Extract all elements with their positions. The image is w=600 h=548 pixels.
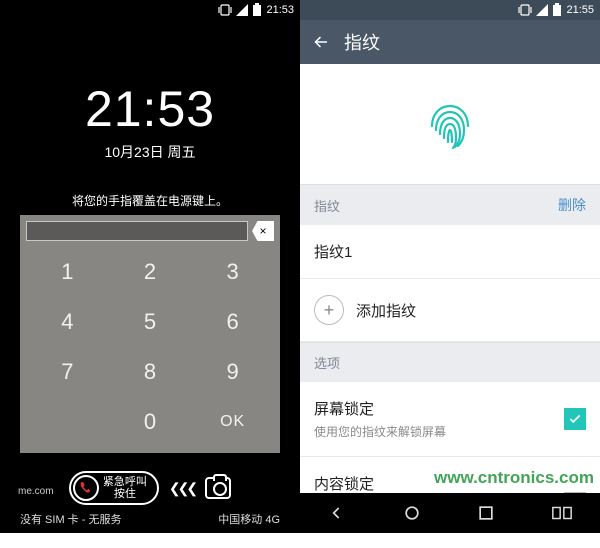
nav-bar <box>300 493 600 533</box>
vibrate-icon <box>218 4 232 16</box>
emergency-call-button[interactable]: 紧急呼叫 按住 <box>69 471 159 505</box>
sim-status-row: 没有 SIM 卡 - 无服务 中国移动 4G <box>0 511 300 527</box>
key-8[interactable]: 8 <box>109 347 192 397</box>
key-5[interactable]: 5 <box>109 297 192 347</box>
section-header-options: 选项 <box>300 342 600 382</box>
key-7[interactable]: 7 <box>26 347 109 397</box>
status-bar-right: 21:55 <box>300 0 600 20</box>
key-3[interactable]: 3 <box>191 247 274 297</box>
key-1[interactable]: 1 <box>26 247 109 297</box>
titlebar-title: 指纹 <box>344 29 380 55</box>
fingerprint-item-label: 指纹1 <box>314 241 352 262</box>
phone-icon <box>73 475 99 501</box>
sim-right: 中国移动 4G <box>218 511 280 527</box>
fingerprint-illustration <box>300 64 600 184</box>
backspace-icon: × <box>259 224 266 238</box>
key-2[interactable]: 2 <box>109 247 192 297</box>
sim-left: 没有 SIM 卡 - 无服务 <box>20 511 121 527</box>
numeric-keypad: 1 2 3 4 5 6 7 8 9 0 OK <box>26 247 274 447</box>
clock-date: 10月23日 周五 <box>0 142 300 162</box>
key-0[interactable]: 0 <box>109 397 192 447</box>
battery-icon <box>552 3 562 17</box>
check-icon <box>568 412 582 426</box>
key-4[interactable]: 4 <box>26 297 109 347</box>
vibrate-icon <box>518 4 532 16</box>
plus-icon: + <box>314 295 344 325</box>
signal-icon <box>536 4 548 16</box>
lock-bottom-row: 紧急呼叫 按住 ❮❮❮ <box>0 471 300 505</box>
nav-dual-icon[interactable] <box>551 503 573 523</box>
section-fp-label: 指纹 <box>314 196 340 215</box>
back-icon[interactable] <box>312 33 330 51</box>
content-lock-title: 内容锁定 <box>314 473 552 494</box>
nav-back-icon[interactable] <box>327 503 347 523</box>
screen-lock-sub: 使用您的指纹来解锁屏幕 <box>314 423 552 440</box>
pin-keypad-panel: × 1 2 3 4 5 6 7 8 9 0 OK <box>20 215 280 453</box>
screen-lock-row[interactable]: 屏幕锁定 使用您的指纹来解锁屏幕 <box>300 382 600 457</box>
status-time: 21:55 <box>566 4 594 16</box>
titlebar: 指纹 <box>300 20 600 64</box>
backspace-key[interactable]: × <box>252 221 274 241</box>
add-fingerprint-row[interactable]: + 添加指纹 <box>300 279 600 342</box>
emergency-line1: 紧急呼叫 <box>103 476 147 488</box>
lock-screen: 21:53 21:53 10月23日 周五 将您的手指覆盖在电源键上。 × 1 … <box>0 0 300 533</box>
fingerprint-settings-screen: 21:55 指纹 指纹 删除 指纹1 + 添加指纹 选项 <box>300 0 600 533</box>
fingerprint-hint: 将您的手指覆盖在电源键上。 <box>0 192 300 209</box>
screen-lock-title: 屏幕锁定 <box>314 398 552 419</box>
key-ok[interactable]: OK <box>191 397 274 447</box>
fingerprint-item-1[interactable]: 指纹1 <box>300 225 600 279</box>
clock-time: 21:53 <box>0 80 300 138</box>
nav-home-icon[interactable] <box>402 503 422 523</box>
camera-icon[interactable] <box>205 477 231 499</box>
section-options-label: 选项 <box>314 353 340 372</box>
chevrons-icon: ❮❮❮ <box>169 480 195 497</box>
key-6[interactable]: 6 <box>191 297 274 347</box>
key-9[interactable]: 9 <box>191 347 274 397</box>
lock-clock: 21:53 10月23日 周五 <box>0 80 300 162</box>
pin-input[interactable] <box>26 221 248 241</box>
status-bar-left: 21:53 <box>0 0 300 20</box>
screen-lock-checkbox[interactable] <box>564 408 586 430</box>
emergency-line2: 按住 <box>103 488 147 500</box>
delete-link[interactable]: 删除 <box>558 195 586 215</box>
section-header-fingerprints: 指纹 删除 <box>300 184 600 225</box>
fingerprint-icon <box>418 92 482 156</box>
status-time: 21:53 <box>266 4 294 16</box>
add-fingerprint-label: 添加指纹 <box>356 300 416 321</box>
battery-icon <box>252 3 262 17</box>
nav-recent-icon[interactable] <box>476 503 496 523</box>
key-blank <box>26 397 109 447</box>
signal-icon <box>236 4 248 16</box>
